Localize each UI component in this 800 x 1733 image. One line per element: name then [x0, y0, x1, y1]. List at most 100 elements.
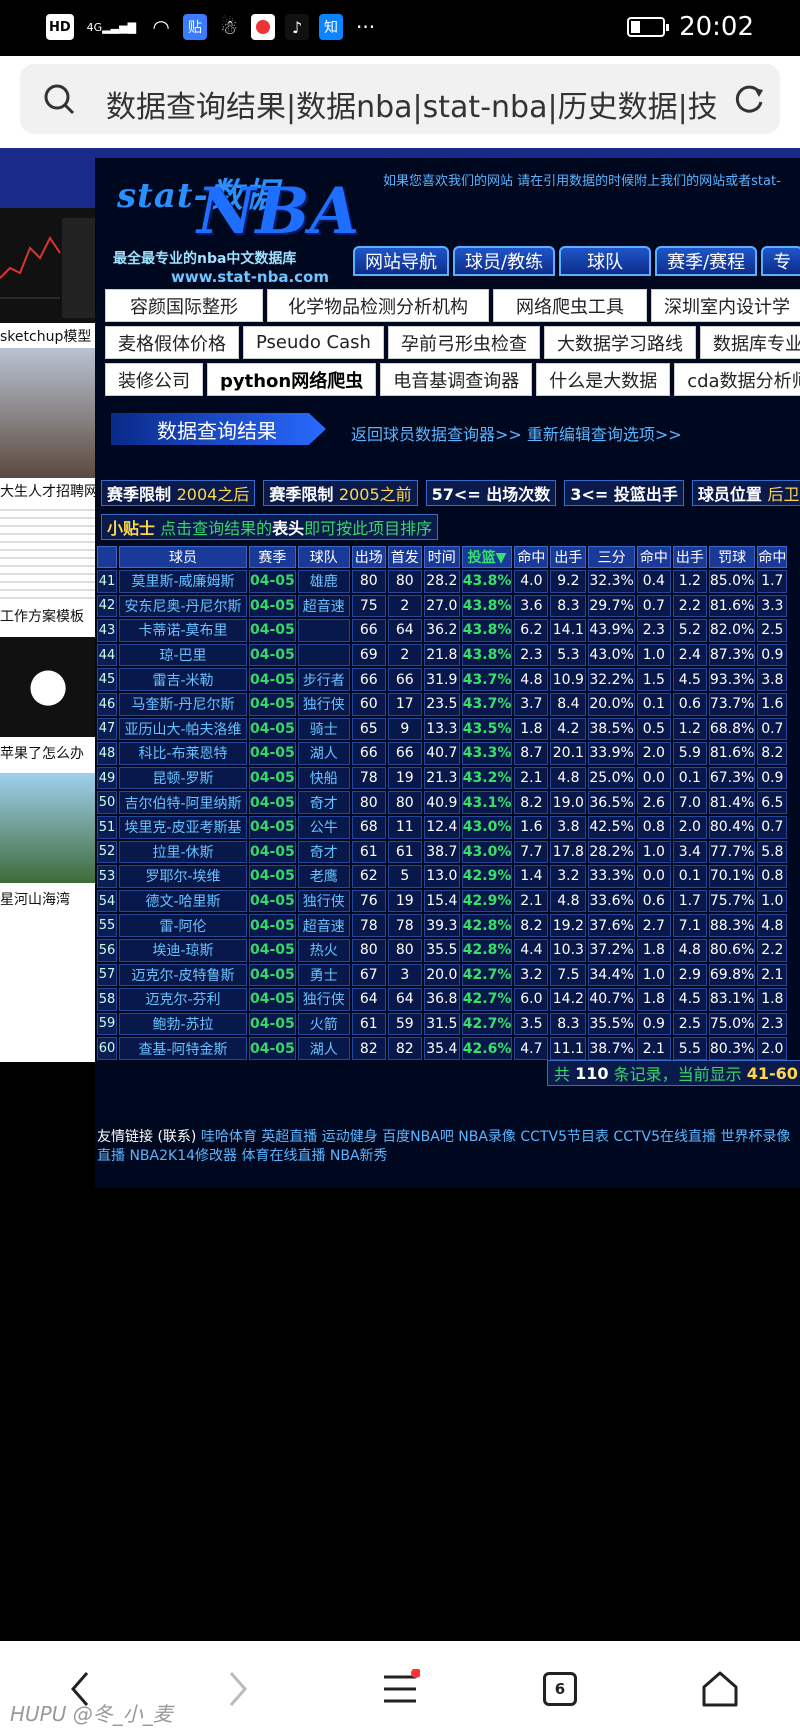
- nav-teams[interactable]: 球队: [559, 246, 652, 276]
- player-link[interactable]: 科比-布莱恩特: [119, 742, 247, 765]
- player-link[interactable]: 罗耶尔-埃维: [119, 865, 247, 888]
- ad-link[interactable]: 容颜国际整形: [105, 289, 263, 322]
- nav-seasons[interactable]: 赛季/赛程: [655, 246, 758, 276]
- column-header[interactable]: 命中: [514, 546, 549, 568]
- column-header[interactable]: 三分: [588, 546, 635, 568]
- column-header[interactable]: 球员: [119, 546, 247, 568]
- ad-link[interactable]: 电音基调查询器: [380, 363, 533, 396]
- url-field[interactable]: 数据查询结果|数据nba|stat-nba|历史数据|技: [20, 64, 780, 134]
- team-link[interactable]: 火箭: [297, 1012, 350, 1036]
- home-button[interactable]: [696, 1665, 744, 1713]
- player-link[interactable]: 马奎斯-丹尼尔斯: [119, 692, 247, 716]
- column-header[interactable]: 罚球: [708, 546, 756, 568]
- team-link[interactable]: 公牛: [297, 815, 350, 839]
- team-link[interactable]: 奇才: [297, 840, 350, 864]
- menu-button[interactable]: [376, 1665, 424, 1713]
- player-link[interactable]: 德文-哈里斯: [119, 889, 247, 913]
- team-link[interactable]: 超音速: [297, 914, 350, 937]
- ad-item[interactable]: 大生人才招聘网: [0, 348, 95, 503]
- team-link[interactable]: 超音速: [297, 594, 350, 618]
- column-header[interactable]: 时间: [423, 546, 460, 568]
- tabs-button[interactable]: 6: [536, 1665, 584, 1713]
- friend-links-list[interactable]: 哇哈体育 英超直播 运动健身 百度NBA吧 NBA录像 CCTV5节目表 CCT…: [97, 1129, 790, 1164]
- table-cell: 0.6: [636, 889, 671, 913]
- ad-caption: 苹果了怎么办: [0, 746, 84, 762]
- ad-link[interactable]: 网络爬虫工具: [493, 289, 647, 322]
- team-link[interactable]: 快船: [297, 766, 350, 790]
- team-link[interactable]: 奇才: [297, 791, 350, 814]
- forward-button[interactable]: [214, 1665, 262, 1713]
- ad-link[interactable]: 化学物品检测分析机构: [267, 289, 489, 322]
- ad-link[interactable]: 深圳室内设计学: [651, 289, 800, 322]
- player-link[interactable]: 查基-阿特金斯: [119, 1037, 247, 1060]
- player-link[interactable]: 琼-巴里: [119, 643, 247, 667]
- nav-more[interactable]: 专: [761, 246, 800, 276]
- ad-link[interactable]: 装修公司: [105, 363, 203, 396]
- table-cell: 67.3%: [708, 766, 756, 790]
- team-link[interactable]: 老鹰: [297, 865, 350, 888]
- column-header[interactable]: 出手: [550, 546, 587, 568]
- refresh-icon[interactable]: [732, 82, 766, 116]
- player-link[interactable]: 拉里-休斯: [119, 840, 247, 864]
- player-link[interactable]: 迈克尔-芬利: [119, 988, 247, 1011]
- ad-link[interactable]: 孕前弓形虫检查: [387, 326, 540, 359]
- player-link[interactable]: 安东尼奥-丹尼尔斯: [119, 594, 247, 618]
- player-link[interactable]: 鲍勃-苏拉: [119, 1012, 247, 1036]
- column-header[interactable]: 球队: [297, 546, 350, 568]
- team-link[interactable]: 独行侠: [297, 988, 350, 1011]
- player-link[interactable]: 卡蒂诺-莫布里: [119, 619, 247, 642]
- back-links[interactable]: 返回球员数据查询器>> 重新编辑查询选项>>: [351, 421, 682, 445]
- table-cell: 43.0%: [588, 643, 635, 667]
- status-bar: HD 4G ▂▃▅▇ ◠ 贴 ☃ ♪ 知 ··· 20:02: [0, 0, 800, 56]
- ad-item[interactable]: ● 苹果了怎么办: [0, 633, 95, 773]
- team-link[interactable]: 热火: [297, 938, 350, 962]
- team-link[interactable]: 湖人: [297, 742, 350, 765]
- player-link[interactable]: 埃里克-皮亚考斯基: [119, 815, 247, 839]
- player-link[interactable]: 雷-阿伦: [119, 914, 247, 937]
- column-header[interactable]: 出手: [672, 546, 707, 568]
- ad-link[interactable]: 什么是大数据: [536, 363, 671, 396]
- ad-item[interactable]: 工作方案模板: [0, 503, 95, 633]
- team-link[interactable]: 独行侠: [297, 889, 350, 913]
- player-link[interactable]: 莫里斯-威廉姆斯: [119, 570, 247, 593]
- ad-link[interactable]: 麦格假体价格: [105, 326, 239, 359]
- column-header[interactable]: 命中: [636, 546, 671, 568]
- ad-link[interactable]: cda数据分析师: [674, 363, 800, 396]
- team-link[interactable]: 雄鹿: [297, 570, 350, 593]
- ad-item[interactable]: sketchup模型: [0, 208, 95, 348]
- player-link[interactable]: 亚历山大-帕夫洛维: [119, 717, 247, 741]
- nav-players[interactable]: 球员/教练: [453, 246, 556, 276]
- column-header[interactable]: 出场: [351, 546, 386, 568]
- player-link[interactable]: 雷吉-米勒: [119, 668, 247, 691]
- table-cell: 2.0: [636, 742, 671, 765]
- table-cell: 1.5: [636, 668, 671, 691]
- player-link[interactable]: 昆顿-罗斯: [119, 766, 247, 790]
- column-header[interactable]: 投篮▼: [461, 546, 513, 568]
- ad-link[interactable]: 大数据学习路线: [543, 326, 696, 359]
- team-link[interactable]: 勇士: [297, 963, 350, 987]
- table-cell: 87.3%: [708, 643, 756, 667]
- column-header[interactable]: 赛季: [249, 546, 296, 568]
- site-logo[interactable]: stat-数据 NBA 最全最专业的nba中文数据库 www.stat-nba.…: [107, 168, 359, 286]
- battery-icon: [627, 17, 670, 37]
- column-header[interactable]: [97, 546, 117, 568]
- team-link[interactable]: 骑士: [297, 717, 350, 741]
- nav-site-guide[interactable]: 网站导航: [353, 246, 449, 276]
- ad-link[interactable]: 数据库专业: [699, 326, 800, 359]
- ad-link[interactable]: Pseudo Cash: [243, 326, 384, 359]
- team-link[interactable]: [297, 619, 350, 642]
- ad-link[interactable]: python网络爬虫: [207, 363, 377, 396]
- table-cell: 21.3: [423, 766, 460, 790]
- column-header[interactable]: 命中: [757, 546, 788, 568]
- column-header[interactable]: 首发: [387, 546, 422, 568]
- table-cell: 2.7: [636, 914, 671, 937]
- team-link[interactable]: 湖人: [297, 1037, 350, 1060]
- ad-item[interactable]: 星河山海湾: [0, 773, 95, 913]
- team-link[interactable]: [297, 643, 350, 667]
- player-link[interactable]: 迈克尔-皮特鲁斯: [119, 963, 247, 987]
- team-link[interactable]: 步行者: [297, 668, 350, 691]
- team-link[interactable]: 独行侠: [297, 692, 350, 716]
- table-cell: 44: [97, 643, 117, 667]
- player-link[interactable]: 埃迪-琼斯: [119, 938, 247, 962]
- player-link[interactable]: 吉尔伯特-阿里纳斯: [119, 791, 247, 814]
